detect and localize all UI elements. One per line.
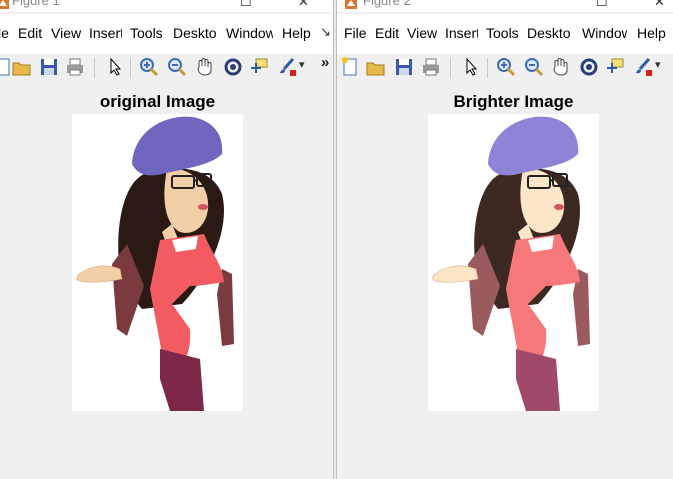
zoom-in-icon[interactable] — [495, 56, 517, 78]
window-title: Figure 2 — [363, 0, 411, 8]
zoom-in-icon[interactable] — [138, 56, 160, 78]
title-bar[interactable]: Figure 2 ☐ ✕ — [337, 0, 673, 12]
menu-edit[interactable]: Edit — [18, 25, 42, 41]
data-cursor-icon[interactable] — [604, 56, 626, 78]
menu-desktop[interactable]: Deskto — [173, 25, 217, 41]
menu-window[interactable]: Window — [582, 25, 627, 41]
toolbar-overflow-button[interactable]: » — [321, 54, 329, 71]
toolbar-separator — [94, 58, 95, 78]
menu-file[interactable]: le — [0, 25, 9, 41]
figure-toolbar: ▾ » — [0, 54, 333, 84]
menu-insert[interactable]: Insert — [89, 25, 122, 41]
arrow-cursor-icon[interactable] — [104, 56, 126, 78]
cartoon-girl-image — [432, 116, 590, 411]
zoom-out-icon[interactable] — [523, 56, 545, 78]
menu-view[interactable]: View — [407, 25, 437, 41]
brush-dropdown-arrow[interactable]: ▾ — [655, 58, 661, 71]
close-button[interactable]: ✕ — [654, 0, 665, 10]
open-file-icon[interactable] — [365, 56, 387, 78]
window-title: Figure 1 — [12, 0, 60, 8]
figure-icon — [0, 0, 10, 12]
toolbar-separator — [450, 58, 451, 78]
menu-tools[interactable]: Tools — [486, 25, 521, 41]
maximize-button[interactable]: ☐ — [596, 0, 608, 10]
menu-insert[interactable]: Insert — [445, 25, 478, 41]
menu-file[interactable]: File — [344, 25, 367, 41]
toolbar-separator — [487, 58, 488, 78]
pan-hand-icon[interactable] — [550, 56, 572, 78]
menu-bar: le Edit View Insert Tools Deskto Window … — [0, 14, 333, 54]
menu-help[interactable]: Help — [282, 25, 311, 41]
image-display — [72, 114, 243, 411]
rotate-3d-icon[interactable] — [578, 56, 600, 78]
toolbar-separator — [130, 58, 131, 78]
image-display — [428, 114, 599, 411]
brush-dropdown-arrow[interactable]: ▾ — [299, 58, 305, 71]
title-bar[interactable]: Figure 1 ☐ ✕ — [0, 0, 333, 12]
menu-bar: File Edit View Insert Tools Deskto Windo… — [337, 14, 673, 54]
print-icon[interactable] — [420, 56, 442, 78]
cartoon-girl-image — [76, 116, 234, 411]
menu-edit[interactable]: Edit — [375, 25, 399, 41]
maximize-button[interactable]: ☐ — [240, 0, 252, 10]
print-icon[interactable] — [64, 56, 86, 78]
zoom-out-icon[interactable] — [166, 56, 188, 78]
menu-tools[interactable]: Tools — [130, 25, 165, 41]
data-cursor-icon[interactable] — [248, 56, 270, 78]
open-file-icon[interactable] — [11, 56, 33, 78]
menu-desktop[interactable]: Deskto — [527, 25, 571, 41]
axes-title: Brighter Image — [453, 92, 574, 111]
new-figure-icon[interactable] — [339, 56, 361, 78]
save-icon[interactable] — [393, 56, 415, 78]
figure-toolbar: ▾ — [337, 54, 673, 84]
close-button[interactable]: ✕ — [298, 0, 309, 10]
axes-title: original Image — [99, 92, 216, 111]
figure-1-window: Figure 1 ☐ ✕ le Edit View Insert Tools D… — [0, 0, 333, 479]
menu-window[interactable]: Window — [226, 25, 273, 41]
brush-icon[interactable] — [632, 56, 654, 78]
pan-hand-icon[interactable] — [194, 56, 216, 78]
menu-help[interactable]: Help — [637, 25, 666, 41]
save-icon[interactable] — [38, 56, 60, 78]
menu-view[interactable]: View — [51, 25, 81, 41]
brush-icon[interactable] — [276, 56, 298, 78]
arrow-cursor-icon[interactable] — [460, 56, 482, 78]
menu-overflow-button[interactable]: ↘ — [320, 24, 331, 40]
figure-2-window: Figure 2 ☐ ✕ File Edit View Insert Tools… — [337, 0, 673, 479]
figure-icon — [344, 0, 358, 12]
rotate-3d-icon[interactable] — [222, 56, 244, 78]
